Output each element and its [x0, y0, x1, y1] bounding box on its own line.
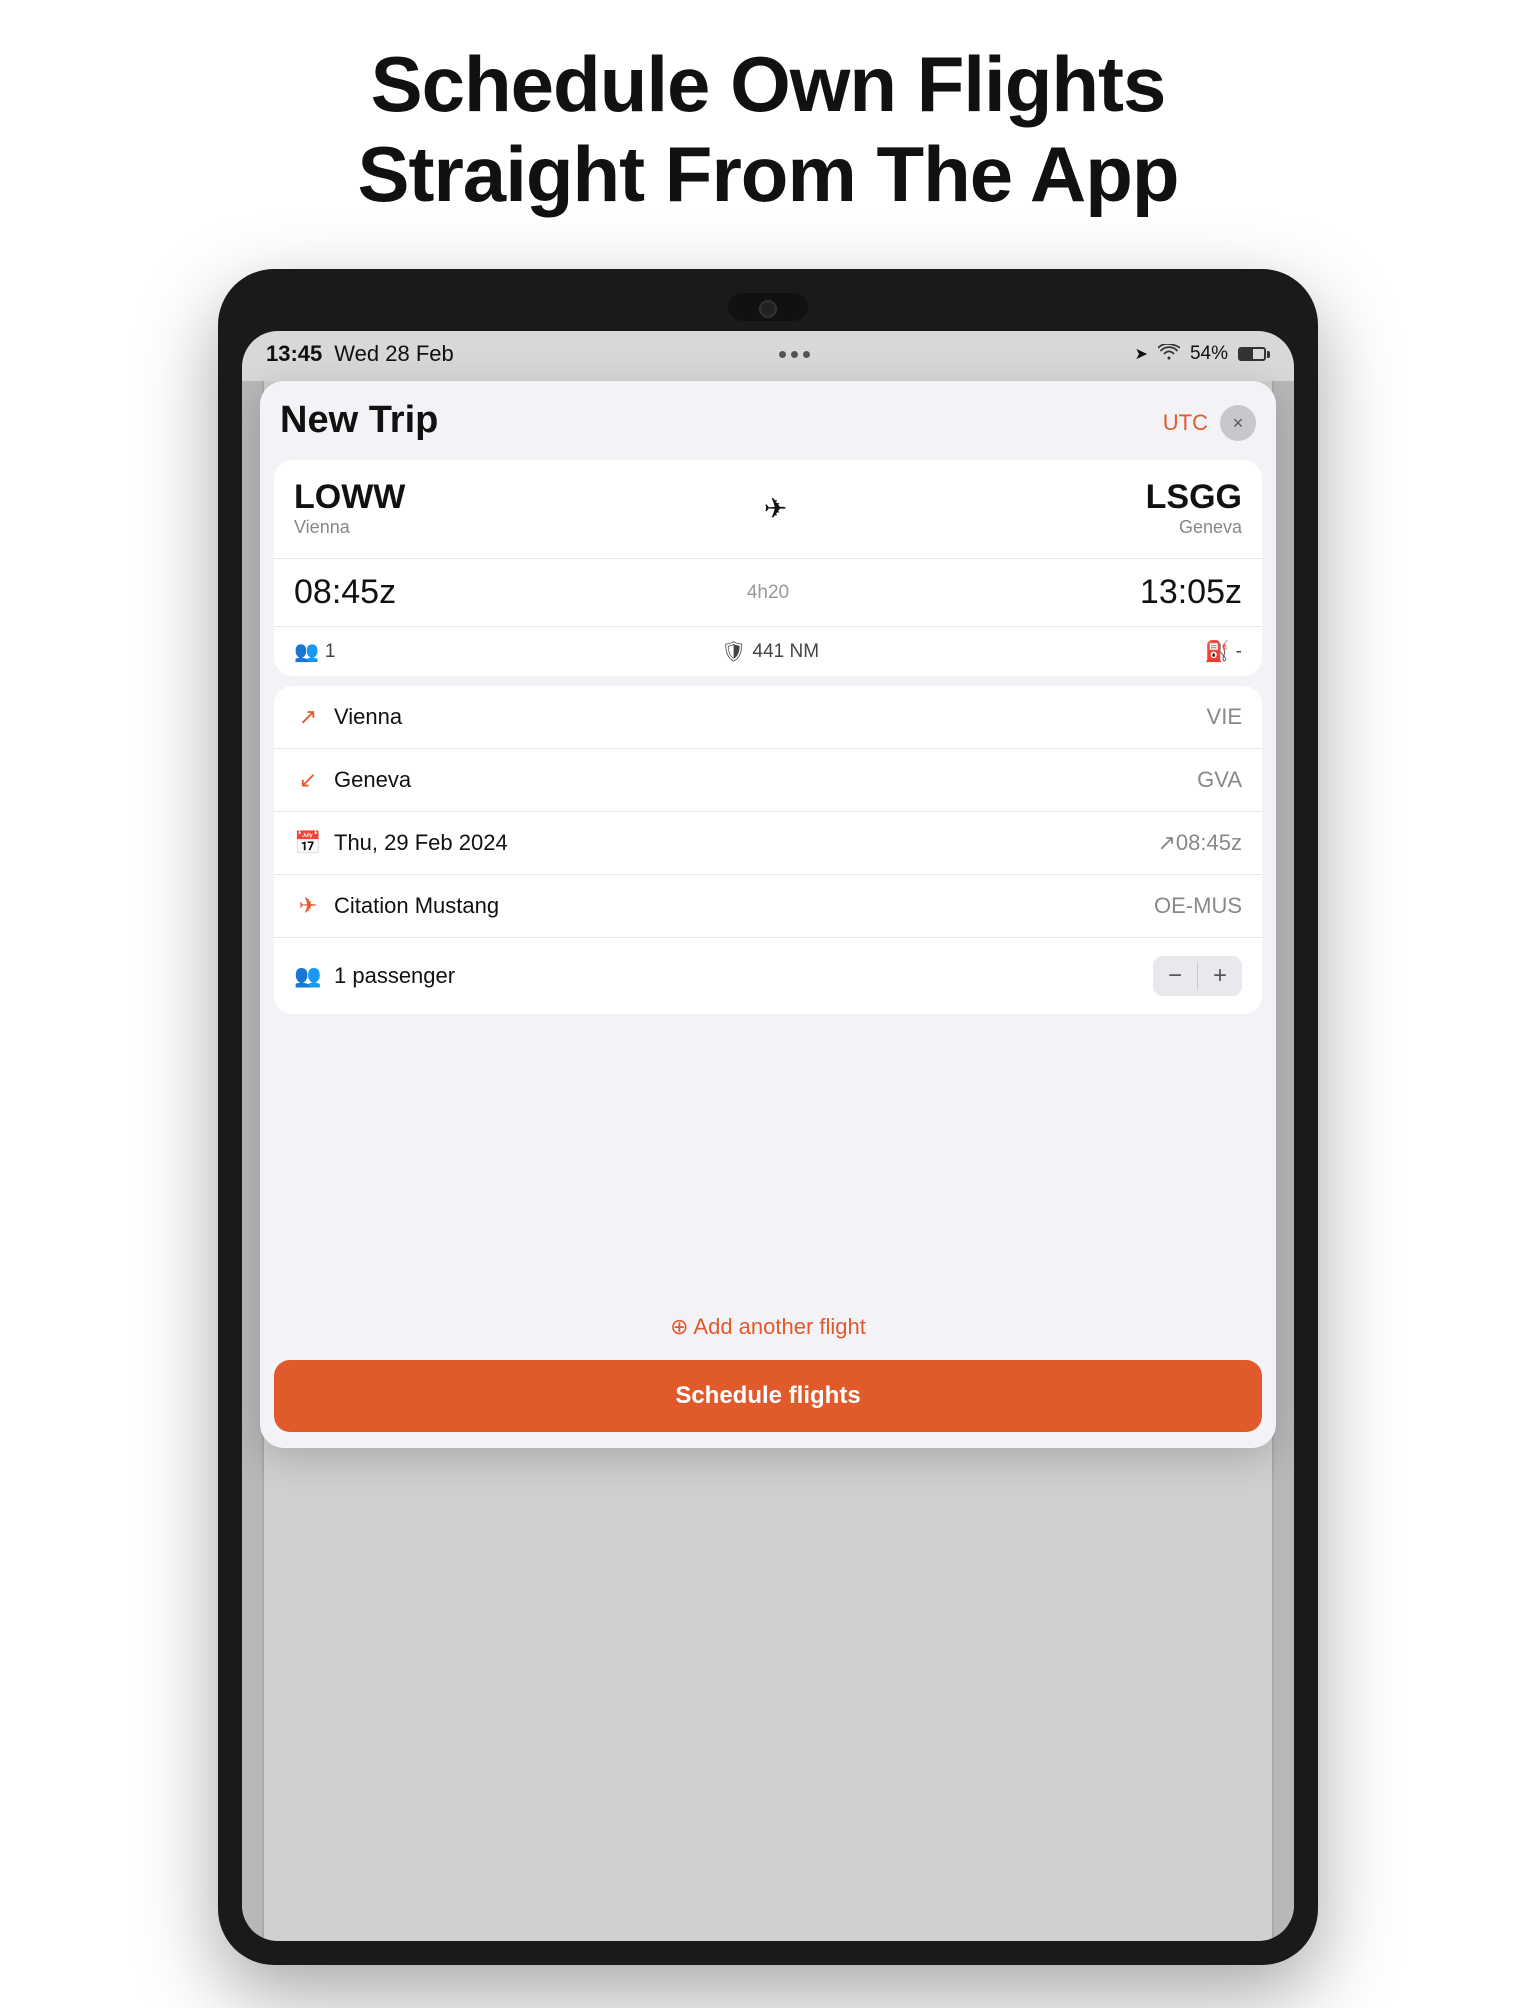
aircraft-reg: OE-MUS [1154, 893, 1242, 919]
status-date: Wed 28 Feb [334, 341, 453, 367]
flight-summary-card: LOWW Vienna ✈ LSGG Geneva 08:45z [274, 460, 1262, 676]
flight-detail-list: ↗ Vienna VIE ↙ Geneva GVA [274, 686, 1262, 1014]
origin-name: Vienna [294, 517, 405, 538]
detail-row-dest[interactable]: ↙ Geneva GVA [274, 749, 1262, 812]
origin-section: LOWW Vienna [294, 478, 405, 538]
camera-notch [728, 293, 808, 321]
empty-space [274, 1024, 1262, 1284]
passengers-icon: 👥 [294, 963, 322, 989]
fuel-icon: ⛽ [1205, 639, 1230, 664]
new-trip-modal: New Trip UTC × LOWW [260, 381, 1276, 1448]
location-icon: ➤ [1135, 344, 1148, 364]
dest-iata: GVA [1197, 767, 1242, 793]
flight-duration: 4h20 [747, 582, 789, 604]
landing-icon: ↙ [294, 767, 322, 793]
distance-icon: 🛡 [721, 639, 746, 664]
destination-section: LSGG Geneva [1146, 478, 1242, 538]
flight-times-row: 08:45z 4h20 13:05z [274, 559, 1262, 627]
fuel-value: - [1236, 641, 1242, 663]
dot-1 [779, 351, 786, 358]
distance-meta: 🛡 441 NM [721, 639, 819, 664]
hero-title: Schedule Own Flights Straight From The A… [357, 40, 1178, 219]
decrease-pax-button[interactable]: − [1153, 956, 1197, 996]
dest-name: Geneva [1146, 517, 1242, 538]
calendar-icon: 📅 [294, 830, 322, 856]
flight-date-time: ↗08:45z [1158, 830, 1243, 856]
dest-code: LSGG [1146, 478, 1242, 517]
add-flight-section: ⊕ Add another flight [260, 1294, 1276, 1360]
modal-header: New Trip UTC × [260, 381, 1276, 452]
origin-code: LOWW [294, 478, 405, 517]
flight-route-row: LOWW Vienna ✈ LSGG Geneva [294, 478, 1242, 538]
detail-row-origin[interactable]: ↗ Vienna VIE [274, 686, 1262, 749]
detail-left-pax: 👥 1 passenger [294, 963, 455, 989]
modal-title: New Trip [280, 399, 438, 442]
flight-route-section: LOWW Vienna ✈ LSGG Geneva [274, 460, 1262, 559]
detail-row-passengers[interactable]: 👥 1 passenger − + [274, 938, 1262, 1014]
flight-meta-row: 👥 1 🛡 441 NM ⛽ - [274, 627, 1262, 676]
aircraft-icon: ✈ [294, 893, 322, 919]
pax-icon: 👥 [294, 639, 319, 664]
takeoff-icon: ↗ [294, 704, 322, 730]
detail-row-date[interactable]: 📅 Thu, 29 Feb 2024 ↗08:45z [274, 812, 1262, 875]
status-icons: ➤ 54% [1135, 343, 1270, 365]
pax-meta: 👥 1 [294, 639, 335, 664]
close-icon: × [1233, 413, 1244, 434]
pax-label: 1 passenger [334, 963, 455, 989]
aircraft-name: Citation Mustang [334, 893, 499, 919]
flight-arrow-icon: ✈ [764, 492, 787, 525]
modal-header-controls: UTC × [1163, 399, 1256, 441]
wifi-icon [1158, 344, 1180, 365]
detail-row-aircraft[interactable]: ✈ Citation Mustang OE-MUS [274, 875, 1262, 938]
passenger-counter: − + [1153, 956, 1242, 996]
detail-left-date: 📅 Thu, 29 Feb 2024 [294, 830, 508, 856]
detail-left-origin: ↗ Vienna [294, 704, 402, 730]
app-background: New Trip UTC × LOWW [242, 381, 1294, 1941]
flight-date: Thu, 29 Feb 2024 [334, 830, 508, 856]
battery-icon [1238, 347, 1270, 361]
dot-2 [791, 351, 798, 358]
schedule-btn-label: Schedule flights [675, 1382, 860, 1409]
dest-city: Geneva [334, 767, 411, 793]
distance-value: 441 NM [753, 641, 820, 663]
tablet-device: 13:45 Wed 28 Feb ➤ 54% [218, 269, 1318, 1965]
detail-left-aircraft: ✈ Citation Mustang [294, 893, 499, 919]
dot-3 [803, 351, 810, 358]
schedule-flights-button[interactable]: Schedule flights [274, 1360, 1262, 1432]
close-button[interactable]: × [1220, 405, 1256, 441]
increase-pax-button[interactable]: + [1198, 956, 1242, 996]
status-time: 13:45 [266, 341, 322, 367]
status-bar: 13:45 Wed 28 Feb ➤ 54% [242, 331, 1294, 373]
battery-percent: 54% [1190, 343, 1228, 365]
depart-time: 08:45z [294, 573, 396, 612]
detail-left-dest: ↙ Geneva [294, 767, 411, 793]
tablet-screen: 13:45 Wed 28 Feb ➤ 54% [242, 331, 1294, 1941]
fuel-meta: ⛽ - [1205, 639, 1242, 664]
add-flight-button[interactable]: ⊕ Add another flight [670, 1314, 866, 1340]
pax-count: 1 [325, 641, 336, 663]
arrive-time: 13:05z [1140, 573, 1242, 612]
origin-iata: VIE [1207, 704, 1242, 730]
status-dots [779, 351, 810, 358]
origin-city: Vienna [334, 704, 402, 730]
hero-line1: Schedule Own Flights [371, 40, 1166, 128]
utc-toggle[interactable]: UTC [1163, 410, 1208, 436]
hero-line2: Straight From The App [357, 130, 1178, 218]
